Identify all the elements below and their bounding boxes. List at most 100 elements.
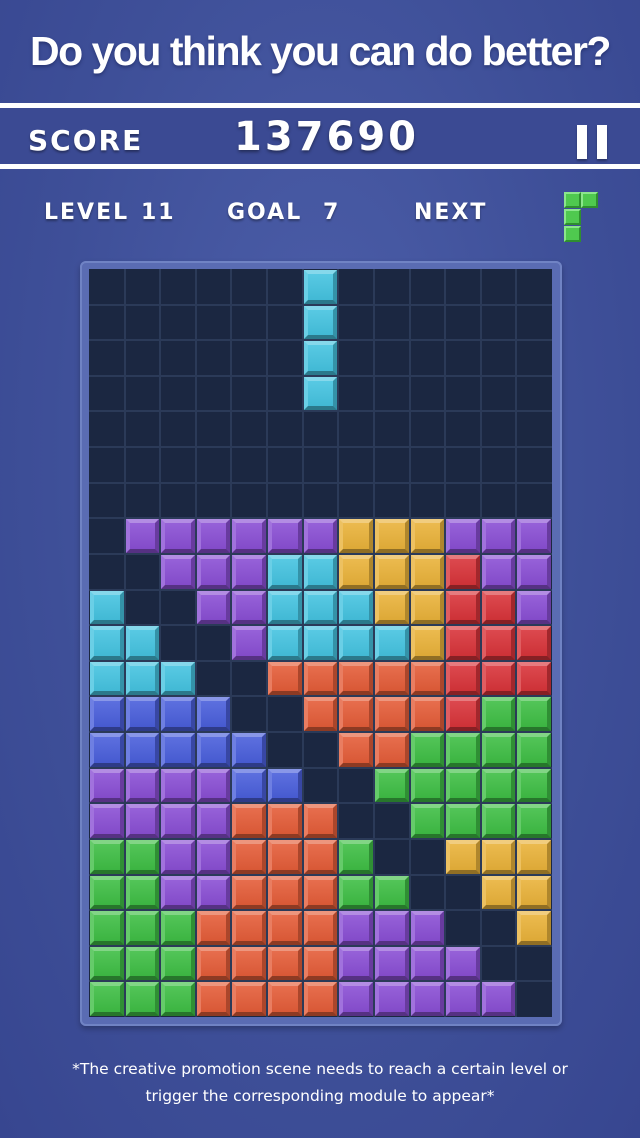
orange-block xyxy=(268,911,302,945)
orange-block xyxy=(303,982,338,1016)
falling-piece-block xyxy=(303,376,338,411)
cyan-block xyxy=(339,626,373,660)
blue-block xyxy=(90,697,124,732)
green-block xyxy=(410,733,445,767)
footnote-line-1: *The creative promotion scene needs to r… xyxy=(72,1060,568,1078)
orange-block xyxy=(232,804,267,838)
orange-block xyxy=(374,733,409,767)
green-block xyxy=(517,768,551,803)
promo-headline: Do you think you can do better? xyxy=(30,28,611,74)
orange-block xyxy=(374,697,409,732)
purple-block xyxy=(196,519,231,553)
orange-block xyxy=(232,875,267,910)
red-block xyxy=(446,626,480,660)
purple-block xyxy=(446,519,480,553)
yellow-block xyxy=(410,626,445,660)
green-block xyxy=(410,768,445,803)
green-block xyxy=(446,733,480,767)
purple-block xyxy=(339,946,373,981)
pause-icon-left-bar xyxy=(577,125,587,159)
orange-block xyxy=(196,911,231,945)
yellow-block xyxy=(517,875,551,910)
purple-block xyxy=(161,519,195,553)
green-block xyxy=(90,875,124,910)
orange-block xyxy=(410,697,445,732)
cyan-block xyxy=(125,661,160,696)
orange-block xyxy=(303,697,338,732)
yellow-block xyxy=(339,554,373,589)
score-bar: SCORE 137690 xyxy=(0,103,640,169)
orange-block xyxy=(339,661,373,696)
red-block xyxy=(446,554,480,589)
pause-button[interactable] xyxy=(574,125,610,159)
orange-block xyxy=(268,982,302,1016)
purple-block xyxy=(232,554,267,589)
orange-block xyxy=(374,661,409,696)
purple-block xyxy=(410,946,445,981)
green-block xyxy=(410,804,445,838)
purple-block xyxy=(90,804,124,838)
blue-block xyxy=(268,768,302,803)
purple-block xyxy=(125,519,160,553)
yellow-block xyxy=(410,554,445,589)
cyan-block xyxy=(90,590,124,625)
grid-line xyxy=(89,410,552,413)
orange-block xyxy=(268,661,302,696)
green-block xyxy=(517,733,551,767)
red-block xyxy=(446,590,480,625)
orange-block xyxy=(339,697,373,732)
purple-block xyxy=(410,911,445,945)
purple-block xyxy=(481,982,516,1016)
orange-block xyxy=(268,875,302,910)
green-block xyxy=(481,768,516,803)
purple-block xyxy=(481,519,516,553)
purple-block xyxy=(196,554,231,589)
purple-block xyxy=(161,768,195,803)
blue-block xyxy=(125,733,160,767)
green-block xyxy=(90,946,124,981)
yellow-block xyxy=(481,839,516,874)
orange-block xyxy=(232,839,267,874)
next-piece-block xyxy=(564,209,581,225)
green-block xyxy=(446,804,480,838)
blue-block xyxy=(90,733,124,767)
cyan-block xyxy=(125,626,160,660)
purple-block xyxy=(374,911,409,945)
yellow-block xyxy=(481,875,516,910)
red-block xyxy=(517,661,551,696)
orange-block xyxy=(232,911,267,945)
yellow-block xyxy=(517,839,551,874)
green-block xyxy=(374,768,409,803)
yellow-block xyxy=(374,554,409,589)
game-board[interactable] xyxy=(89,269,552,1017)
yellow-block xyxy=(410,519,445,553)
purple-block xyxy=(196,875,231,910)
pause-icon-right-bar xyxy=(597,125,607,159)
green-block xyxy=(125,839,160,874)
orange-block xyxy=(303,804,338,838)
cyan-block xyxy=(268,626,302,660)
green-block xyxy=(161,911,195,945)
purple-block xyxy=(125,768,160,803)
cyan-block xyxy=(303,554,338,589)
green-block xyxy=(481,804,516,838)
cyan-block xyxy=(303,590,338,625)
purple-block xyxy=(374,982,409,1016)
cyan-block xyxy=(161,661,195,696)
yellow-block xyxy=(339,519,373,553)
blue-block xyxy=(161,733,195,767)
yellow-block xyxy=(517,911,551,945)
green-block xyxy=(90,911,124,945)
green-block xyxy=(125,946,160,981)
goal-label: GOAL xyxy=(227,200,303,225)
cyan-block xyxy=(268,554,302,589)
falling-piece-block xyxy=(303,270,338,304)
falling-piece-block xyxy=(303,341,338,375)
red-block xyxy=(446,697,480,732)
purple-block xyxy=(517,519,551,553)
orange-block xyxy=(232,946,267,981)
purple-block xyxy=(446,982,480,1016)
orange-block xyxy=(232,982,267,1016)
cyan-block xyxy=(303,626,338,660)
purple-block xyxy=(125,804,160,838)
